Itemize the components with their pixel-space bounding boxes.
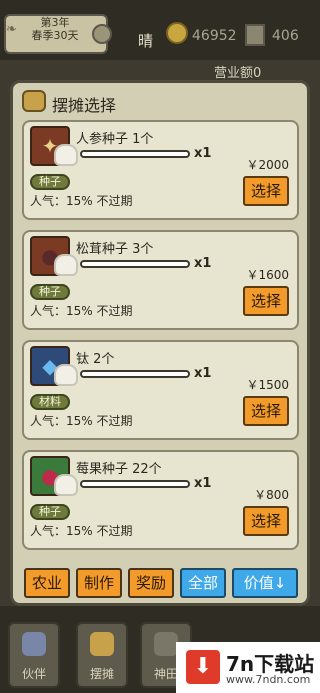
item-category-tag: 种子 bbox=[30, 504, 70, 520]
item-card: ✦ 人参种子 1个 x1 ￥2000 种子 人气：15% 不过期 选择 bbox=[22, 120, 299, 220]
pointing-hand-icon bbox=[54, 474, 78, 496]
quantity-multiplier: x1 bbox=[194, 476, 212, 491]
filter-button[interactable]: 价值↓ bbox=[232, 568, 298, 598]
item-popularity: 人气：15% 不过期 bbox=[30, 304, 133, 318]
nav-button[interactable]: 摆摊 bbox=[76, 622, 128, 688]
item-category-tag: 材料 bbox=[30, 394, 70, 410]
item-popularity: 人气：15% 不过期 bbox=[30, 194, 133, 208]
download-logo-icon: ⬇ bbox=[186, 650, 220, 684]
item-card: ● 松茸种子 3个 x1 ￥1600 种子 人气：15% 不过期 选择 bbox=[22, 230, 299, 330]
item-popularity: 人气：15% 不过期 bbox=[30, 524, 133, 538]
pointing-hand-icon bbox=[54, 144, 78, 166]
filter-button[interactable]: 全部 bbox=[180, 568, 226, 598]
dialog-title: 摆摊选择 bbox=[52, 96, 117, 115]
quantity-slider[interactable] bbox=[80, 480, 190, 488]
item-price: ￥1500 bbox=[246, 378, 289, 392]
weather-text: 晴 bbox=[138, 32, 154, 50]
field-icon bbox=[154, 632, 178, 656]
select-button[interactable]: 选择 bbox=[243, 176, 289, 206]
item-price: ￥2000 bbox=[246, 158, 289, 172]
revenue-label: 营业额0 bbox=[214, 66, 262, 81]
select-button[interactable]: 选择 bbox=[243, 396, 289, 426]
filter-button[interactable]: 农业 bbox=[24, 568, 70, 598]
season-label: 第3年 春季30天 bbox=[20, 16, 90, 42]
coin-count: 46952 bbox=[192, 28, 237, 44]
leaf-icon: ❧ bbox=[6, 22, 17, 37]
quantity-multiplier: x1 bbox=[194, 366, 212, 381]
item-name: 人参种子 1个 bbox=[76, 132, 154, 147]
item-popularity: 人气：15% 不过期 bbox=[30, 414, 133, 428]
watermark-url: www.7ndn.com bbox=[226, 673, 311, 686]
item-card: ● 莓果种子 22个 x1 ￥800 种子 人气：15% 不过期 选择 bbox=[22, 450, 299, 550]
stall-icon bbox=[90, 632, 114, 656]
day-text: 春季30天 bbox=[31, 29, 79, 42]
book-icon bbox=[245, 24, 265, 46]
item-name: 莓果种子 22个 bbox=[76, 462, 162, 477]
item-price: ￥800 bbox=[254, 488, 289, 502]
quantity-slider[interactable] bbox=[80, 370, 190, 378]
pointing-hand-icon bbox=[54, 254, 78, 276]
nav-label: 摆摊 bbox=[89, 667, 114, 681]
pointing-hand-icon bbox=[54, 364, 78, 386]
nav-label: 伙伴 bbox=[21, 667, 46, 681]
clock-icon bbox=[92, 24, 112, 44]
coin-icon bbox=[166, 22, 188, 44]
item-name: 钛 2个 bbox=[76, 352, 115, 367]
item-count: 406 bbox=[272, 28, 299, 44]
item-name: 松茸种子 3个 bbox=[76, 242, 154, 257]
quantity-multiplier: x1 bbox=[194, 146, 212, 161]
quantity-slider[interactable] bbox=[80, 260, 190, 268]
item-card: ◆ 钛 2个 x1 ￥1500 材料 人气：15% 不过期 选择 bbox=[22, 340, 299, 440]
quantity-slider[interactable] bbox=[80, 150, 190, 158]
filter-button[interactable]: 制作 bbox=[76, 568, 122, 598]
item-category-tag: 种子 bbox=[30, 284, 70, 300]
year-text: 第3年 bbox=[40, 16, 70, 29]
filter-button[interactable]: 奖励 bbox=[128, 568, 174, 598]
nav-button[interactable]: 伙伴 bbox=[8, 622, 60, 688]
partner-icon bbox=[22, 632, 46, 656]
item-price: ￥1600 bbox=[246, 268, 289, 282]
select-button[interactable]: 选择 bbox=[243, 506, 289, 536]
item-category-tag: 种子 bbox=[30, 174, 70, 190]
quantity-multiplier: x1 bbox=[194, 256, 212, 271]
money-bag-icon bbox=[22, 90, 46, 112]
select-button[interactable]: 选择 bbox=[243, 286, 289, 316]
